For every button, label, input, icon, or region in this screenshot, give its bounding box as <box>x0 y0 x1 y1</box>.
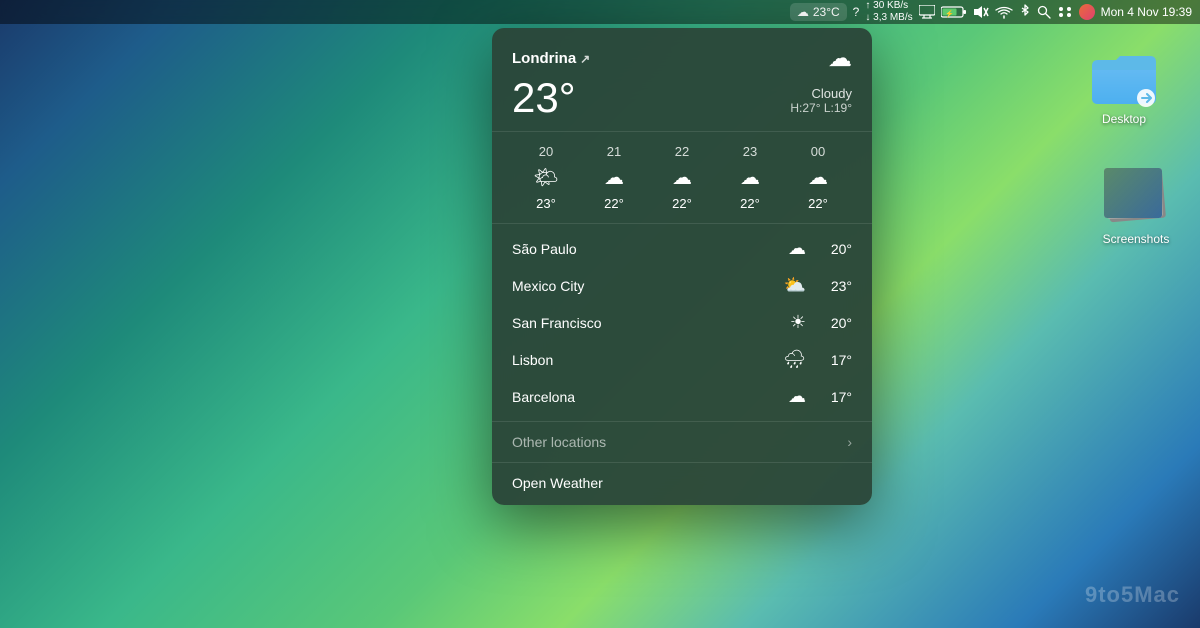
menubar-weather-widget[interactable]: ☁ 23°C <box>790 3 847 21</box>
hour-label: 22 <box>675 144 689 159</box>
hour-weather-icon: ☁ <box>672 165 692 190</box>
city-right: ⛅ 23° <box>784 275 852 296</box>
city-name: Mexico City <box>512 278 584 294</box>
watermark: 9to5Mac <box>1085 582 1180 608</box>
city-weather-icon: ⛅ <box>784 275 806 296</box>
menubar-network: ↑ 30 KB/s ↓ 3,3 MB/s <box>865 0 912 24</box>
city-row[interactable]: Barcelona ☁ 17° <box>492 378 872 415</box>
control-center-icon <box>1057 5 1073 19</box>
screenshots-icon <box>1100 168 1172 228</box>
hourly-item: 23 ☁ 22° <box>716 144 784 211</box>
hour-label: 21 <box>607 144 621 159</box>
city-name: Lisbon <box>512 352 553 368</box>
menubar-battery: ⚡ <box>941 5 967 19</box>
menubar-avatar[interactable] <box>1079 4 1095 20</box>
temp-row: 23° Cloudy H:27° L:19° <box>512 77 852 119</box>
screenshots-icon-label: Screenshots <box>1103 232 1170 246</box>
battery-icon: ⚡ <box>941 5 967 19</box>
location-arrow-icon: ↗ <box>580 52 590 66</box>
hour-weather-icon: ☁ <box>808 165 828 190</box>
city-weather-icon: ☁ <box>788 238 806 259</box>
city-row[interactable]: São Paulo ☁ 20° <box>492 230 872 267</box>
hour-weather-icon: ☁ <box>604 165 624 190</box>
hour-temp: 22° <box>672 196 692 211</box>
city-weather-icon: ☁ <box>788 386 806 407</box>
city-row[interactable]: Lisbon 🌧 17° <box>492 341 872 378</box>
city-name: Barcelona <box>512 389 575 405</box>
svg-text:⚡: ⚡ <box>945 9 954 18</box>
hour-label: 20 <box>539 144 553 159</box>
hour-label: 23 <box>743 144 757 159</box>
city-temp: 20° <box>816 315 852 331</box>
bluetooth-icon <box>1019 4 1031 20</box>
hourly-grid: 20 🌤 23° 21 ☁ 22° 22 ☁ 22° 23 ☁ 22° 00 ☁… <box>512 144 852 211</box>
popup-header: Londrina ↗ ☁ 23° Cloudy H:27° L:19° <box>492 28 872 132</box>
mute-icon <box>973 5 989 19</box>
hour-label: 00 <box>811 144 825 159</box>
menubar: ☁ 23°C ? ↑ 30 KB/s ↓ 3,3 MB/s ⚡ <box>0 0 1200 24</box>
condition-label: Cloudy <box>790 86 852 101</box>
menubar-wifi[interactable] <box>995 5 1013 19</box>
hour-temp: 22° <box>740 196 760 211</box>
location-row: Londrina ↗ ☁ <box>512 44 852 73</box>
city-name: San Francisco <box>512 315 601 331</box>
weather-popup: Londrina ↗ ☁ 23° Cloudy H:27° L:19° 20 🌤… <box>492 28 872 505</box>
menubar-search[interactable] <box>1037 5 1051 19</box>
desktop-icon-label: Desktop <box>1102 112 1146 126</box>
open-weather-label: Open Weather <box>512 475 603 491</box>
menubar-temp: 23°C <box>813 5 840 19</box>
city-right: ☁ 17° <box>788 386 852 407</box>
cloud-condition-icon: ☁ <box>828 44 852 73</box>
hourly-forecast: 20 🌤 23° 21 ☁ 22° 22 ☁ 22° 23 ☁ 22° 00 ☁… <box>492 132 872 224</box>
hour-temp: 22° <box>604 196 624 211</box>
condition-details: Cloudy H:27° L:19° <box>790 86 852 119</box>
menubar-display-icon[interactable] <box>919 5 935 19</box>
open-weather-row[interactable]: Open Weather <box>492 463 872 505</box>
wifi-icon <box>995 5 1013 19</box>
menubar-question[interactable]: ? <box>853 5 860 19</box>
display-icon <box>919 5 935 19</box>
city-weather-icon: 🌧 <box>783 349 806 370</box>
city-temp: 23° <box>816 278 852 294</box>
hour-weather-icon: 🌤 <box>533 165 558 190</box>
high-low-temps: H:27° L:19° <box>790 101 852 119</box>
city-row[interactable]: Mexico City ⛅ 23° <box>492 267 872 304</box>
other-locations-row[interactable]: Other locations › <box>492 422 872 463</box>
desktop-folder[interactable]: Desktop <box>1088 48 1160 126</box>
current-temperature: 23° <box>512 77 576 119</box>
city-right: ☁ 20° <box>788 238 852 259</box>
menubar-bluetooth[interactable] <box>1019 4 1031 20</box>
chevron-right-icon: › <box>847 434 852 450</box>
other-locations-label: Other locations <box>512 434 606 450</box>
hour-temp: 23° <box>536 196 556 211</box>
screenshots-folder[interactable]: Screenshots <box>1100 168 1172 246</box>
city-weather-icon: ☀ <box>790 312 806 333</box>
city-right: 🌧 17° <box>783 349 852 370</box>
hourly-item: 20 🌤 23° <box>512 144 580 211</box>
search-icon <box>1037 5 1051 19</box>
hourly-item: 21 ☁ 22° <box>580 144 648 211</box>
city-temp: 17° <box>816 352 852 368</box>
avatar <box>1079 4 1095 20</box>
hourly-item: 22 ☁ 22° <box>648 144 716 211</box>
city-list: São Paulo ☁ 20° Mexico City ⛅ 23° San Fr… <box>492 224 872 422</box>
hourly-item: 00 ☁ 22° <box>784 144 852 211</box>
hour-weather-icon: ☁ <box>740 165 760 190</box>
menubar-control-center[interactable] <box>1057 5 1073 19</box>
hour-temp: 22° <box>808 196 828 211</box>
city-name: São Paulo <box>512 241 577 257</box>
menubar-datetime: Mon 4 Nov 19:39 <box>1101 5 1192 19</box>
city-temp: 17° <box>816 389 852 405</box>
city-right: ☀ 20° <box>790 312 852 333</box>
menubar-mute[interactable] <box>973 5 989 19</box>
city-temp: 20° <box>816 241 852 257</box>
desktop-folder-icon <box>1088 48 1160 108</box>
location-name: Londrina ↗ <box>512 50 590 67</box>
city-row[interactable]: San Francisco ☀ 20° <box>492 304 872 341</box>
cloud-icon: ☁ <box>797 5 809 19</box>
